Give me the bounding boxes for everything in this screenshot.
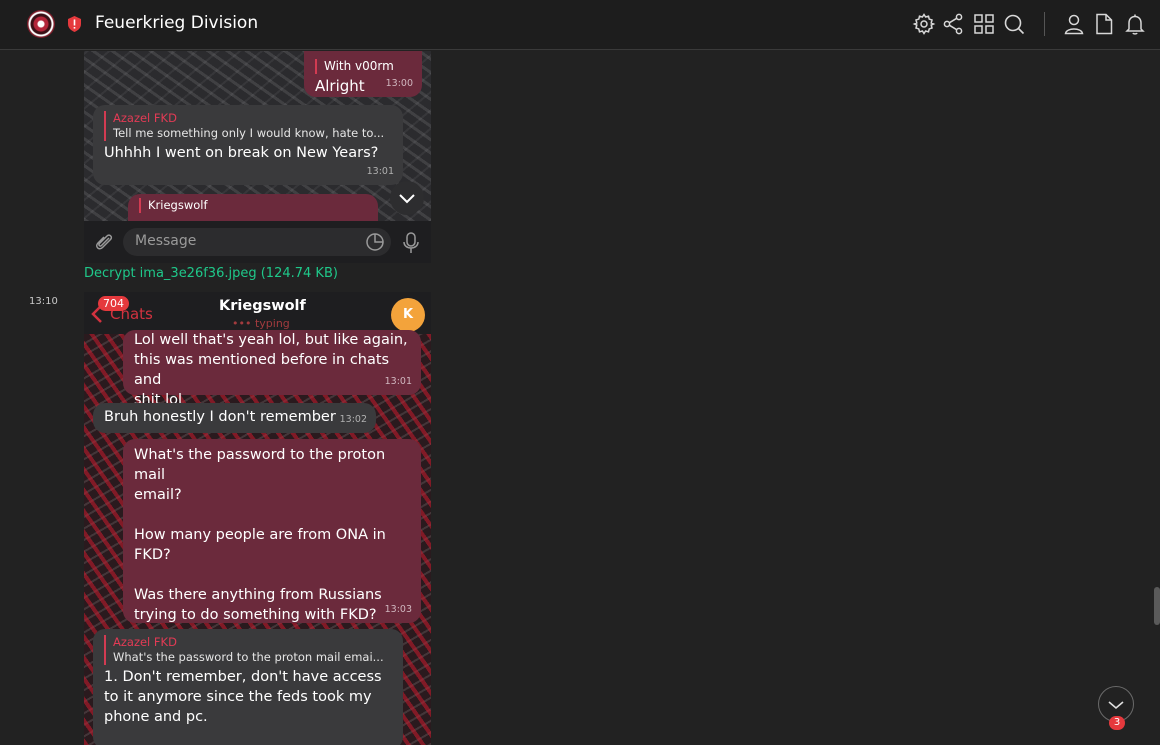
message-input[interactable]: Message xyxy=(123,228,391,256)
scroll-down-button[interactable] xyxy=(390,181,424,215)
settings-icon[interactable] xyxy=(912,12,936,36)
message-text: What's the password to the proton mail e… xyxy=(134,447,386,623)
message-time: 13:01 xyxy=(384,376,412,387)
message-bubble: With v00rm Alright 13:00 xyxy=(304,51,422,97)
avatar[interactable]: K xyxy=(391,298,425,332)
chat-header: Chats 704 Kriegswolf ••• typing K xyxy=(84,292,431,334)
message-text: Uhhhh I went on break on New Years? xyxy=(104,145,379,161)
message-time: 13:01 xyxy=(366,166,394,177)
sticker-icon[interactable] xyxy=(365,232,385,252)
message-bubble: Lol well that's yeah lol, but like again… xyxy=(123,330,421,408)
channel-logo[interactable] xyxy=(27,10,55,38)
reply-quote: Kriegswolf xyxy=(139,198,367,213)
shield-icon xyxy=(68,16,81,32)
channel-title: Feuerkrieg Division xyxy=(95,13,259,33)
reply-sender: Kriegswolf xyxy=(148,198,208,212)
page-scrollbar[interactable] xyxy=(1154,587,1160,625)
reply-text: Tell me something only I would know, hat… xyxy=(113,126,385,140)
message-time: 13:02 xyxy=(339,414,367,425)
grid-icon[interactable] xyxy=(972,12,996,36)
reply-quote: Azazel FKD What's the password to the pr… xyxy=(104,635,392,665)
message-bubble: Azazel FKD Tell me something only I woul… xyxy=(93,105,403,185)
top-bar: Feuerkrieg Division xyxy=(0,0,1160,50)
reply-quote: Azazel FKD Tell me something only I woul… xyxy=(104,111,392,141)
reply-text: With v00rm xyxy=(324,59,394,73)
message-time: 13:00 xyxy=(385,78,413,89)
user-icon[interactable] xyxy=(1062,12,1086,36)
message-time: 13:03 xyxy=(384,604,412,615)
paperclip-icon[interactable] xyxy=(93,231,115,253)
new-posts-badge: 3 xyxy=(1109,716,1125,730)
share-icon[interactable] xyxy=(941,12,965,36)
microphone-icon[interactable] xyxy=(400,231,422,255)
message-bubble: What's the password to the proton mail e… xyxy=(123,439,421,623)
unread-badge: 704 xyxy=(98,296,129,311)
message-bubble: Bruh honestly I don't remember 13:02 xyxy=(93,403,376,433)
bell-icon[interactable] xyxy=(1123,12,1147,36)
toolbar-divider xyxy=(1044,12,1045,36)
typing-status-text: typing xyxy=(254,317,290,330)
reply-sender: Azazel FKD xyxy=(113,635,177,649)
chevron-down-icon xyxy=(399,194,415,204)
message-text: 1. Don't remember, don't have access to … xyxy=(104,669,382,725)
reply-sender: Azazel FKD xyxy=(113,111,177,125)
message-text: Bruh honestly I don't remember xyxy=(104,409,336,425)
attached-screenshot-1[interactable]: With v00rm Alright 13:00 Azazel FKD Tell… xyxy=(84,51,431,263)
typing-status: ••• typing xyxy=(232,317,290,330)
search-icon[interactable] xyxy=(1002,12,1026,36)
document-icon[interactable] xyxy=(1092,12,1116,36)
message-placeholder: Message xyxy=(135,233,197,249)
message-bubble: Azazel FKD What's the password to the pr… xyxy=(93,629,403,745)
attached-screenshot-2[interactable]: Chats 704 Kriegswolf ••• typing K Lol we… xyxy=(84,292,431,745)
post-timestamp: 13:10 xyxy=(29,296,58,307)
reply-text: What's the password to the proton mail e… xyxy=(113,650,384,664)
message-text: Lol well that's yeah lol, but like again… xyxy=(134,332,408,408)
decrypt-attachment-link[interactable]: Decrypt ima_3e26f36.jpeg (124.74 KB) xyxy=(84,266,338,281)
chat-title: Kriegswolf xyxy=(219,298,306,314)
reply-quote: With v00rm xyxy=(315,59,411,74)
message-composer: Message xyxy=(84,221,431,263)
